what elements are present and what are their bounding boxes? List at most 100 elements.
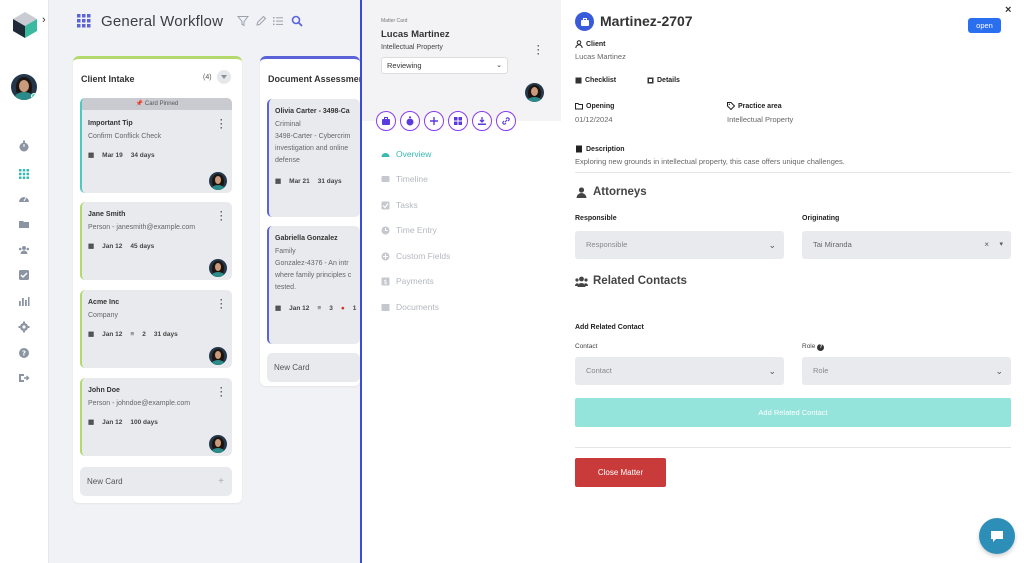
- card-menu-icon[interactable]: · · ·: [220, 116, 223, 133]
- card-description: Person - johndoe@example.com: [88, 400, 191, 407]
- tab-details[interactable]: Details: [647, 77, 680, 84]
- card-title: Olivia Carter - 3498-Ca: [275, 108, 350, 115]
- close-panel-icon[interactable]: ×: [1005, 4, 1011, 16]
- board-grid-icon[interactable]: [18, 168, 30, 180]
- column-document-assessment: Document Assessment Olivia Carter - 3498…: [260, 56, 367, 386]
- card-task-count: 2: [142, 331, 146, 338]
- matter-card-panel: Matter Card Lucas Martinez Intellectual …: [360, 0, 561, 563]
- new-card-button[interactable]: New Card: [267, 353, 360, 382]
- opening-value: 01/12/2024: [575, 115, 613, 124]
- user-avatar[interactable]: [11, 74, 37, 100]
- assignee-avatar[interactable]: [525, 83, 544, 102]
- card-date: Jan 12: [102, 331, 123, 338]
- card-days: 34 days: [130, 152, 155, 159]
- new-card-button[interactable]: New Card +: [80, 467, 232, 496]
- nav-overview[interactable]: Overview: [381, 147, 431, 161]
- nav-time-entry[interactable]: Time Entry: [381, 223, 437, 237]
- briefcase-action-button[interactable]: [376, 111, 396, 131]
- role-select[interactable]: Role ⌄: [802, 357, 1011, 385]
- calendar-icon: ▦: [88, 152, 95, 159]
- document-icon: [576, 145, 582, 153]
- search-icon[interactable]: [291, 15, 303, 27]
- status-badge[interactable]: open: [968, 18, 1001, 33]
- expand-rail-icon[interactable]: ›: [42, 14, 46, 26]
- alert-icon: ●: [340, 305, 345, 312]
- card-gabriella-gonzalez[interactable]: Gabriella Gonzalez Family Gonzalez-4376 …: [267, 226, 360, 344]
- edit-pencil-icon[interactable]: [255, 15, 267, 27]
- card-john-doe[interactable]: John Doe Person - johndoe@example.com · ·…: [80, 378, 232, 456]
- role-label: Role?: [802, 343, 825, 351]
- filter-icon[interactable]: [237, 15, 249, 27]
- assignee-avatar[interactable]: [209, 347, 227, 365]
- settings-gear-icon[interactable]: [18, 321, 30, 333]
- chevron-down-icon: ⌄: [768, 240, 776, 250]
- add-action-button[interactable]: [424, 111, 444, 131]
- list-view-icon[interactable]: [272, 15, 284, 27]
- column-count: (4): [203, 74, 212, 81]
- timer-icon[interactable]: [18, 140, 30, 152]
- nav-custom-fields[interactable]: Custom Fields: [381, 249, 450, 263]
- card-alert-count: 1: [352, 305, 357, 312]
- help-question-icon[interactable]: ?: [18, 347, 30, 359]
- card-meta: ▦ Jan 12 45 days: [88, 242, 162, 250]
- nav-documents[interactable]: Documents: [381, 300, 439, 314]
- add-related-contact-label: Add Related Contact: [575, 324, 644, 331]
- attorney-user-icon: [576, 186, 587, 198]
- assignee-avatar[interactable]: [209, 259, 227, 277]
- tab-checklist[interactable]: Checklist: [575, 77, 616, 84]
- clear-icon[interactable]: ×: [984, 231, 989, 259]
- card-menu-icon[interactable]: · · ·: [220, 208, 223, 225]
- add-related-contact-button[interactable]: Add Related Contact: [575, 398, 1011, 427]
- card-menu-icon[interactable]: · · ·: [220, 384, 223, 401]
- card-days: 31 days: [153, 331, 178, 338]
- collapse-column-icon[interactable]: [217, 70, 231, 84]
- opening-label: Opening: [575, 102, 614, 110]
- card-meta: ▦ Mar 21 31 days: [275, 177, 350, 185]
- matter-menu-icon[interactable]: · · ·: [537, 42, 541, 59]
- pinned-banner: 📌 Card Pinned: [82, 98, 232, 110]
- tasks-check-icon[interactable]: [18, 269, 30, 281]
- dashboard-gauge-icon[interactable]: [18, 193, 30, 205]
- related-contacts-title: Related Contacts: [575, 275, 687, 287]
- help-question-icon[interactable]: ?: [817, 344, 825, 351]
- link-action-button[interactable]: [496, 111, 516, 131]
- contacts-group-icon[interactable]: [18, 244, 30, 256]
- card-menu-icon[interactable]: · · ·: [220, 296, 223, 313]
- folder-icon[interactable]: [18, 218, 30, 230]
- card-important-tip[interactable]: 📌 Card Pinned Important Tip Confirm Conf…: [80, 98, 232, 193]
- reports-chart-icon[interactable]: [18, 295, 30, 307]
- contact-select[interactable]: Contact ⌄: [575, 357, 784, 385]
- close-matter-button[interactable]: Close Matter: [575, 458, 666, 487]
- caret-down-icon: ▾: [999, 241, 1003, 248]
- status-select[interactable]: Reviewing ⌄: [381, 57, 508, 74]
- logout-icon[interactable]: [18, 372, 30, 384]
- tasks-check-icon: [381, 201, 390, 210]
- chat-support-button[interactable]: [979, 518, 1015, 554]
- timer-action-button[interactable]: [400, 111, 420, 131]
- card-description-line: defense: [275, 157, 300, 164]
- grid-action-button[interactable]: [448, 111, 468, 131]
- timeline-chat-icon: [381, 175, 390, 184]
- assignee-avatar[interactable]: [209, 435, 227, 453]
- responsible-select[interactable]: Responsible ⌄: [575, 231, 784, 259]
- card-days: 100 days: [130, 419, 158, 426]
- download-action-button[interactable]: [472, 111, 492, 131]
- card-jane-smith[interactable]: Jane Smith Person - janesmith@example.co…: [80, 202, 232, 280]
- calendar-icon: ▦: [88, 243, 95, 250]
- description-label: Description: [575, 145, 625, 153]
- originating-select[interactable]: Tai Miranda × ▾: [802, 231, 1011, 259]
- app-logo-icon[interactable]: [11, 11, 39, 39]
- assignee-avatar[interactable]: [209, 172, 227, 190]
- card-acme-inc[interactable]: Acme Inc Company · · · ▦ Jan 12 ≡ 2 31 days: [80, 290, 232, 368]
- card-description-line: investigation and online: [275, 145, 349, 152]
- nav-tasks[interactable]: Tasks: [381, 198, 418, 212]
- matter-detail-panel: Martinez-2707 open × Client Lucas Martin…: [561, 0, 1024, 563]
- card-meta: ▦ Mar 19 34 days: [88, 151, 163, 159]
- card-olivia-carter[interactable]: Olivia Carter - 3498-Ca Criminal 3498-Ca…: [267, 99, 360, 217]
- nav-payments[interactable]: $ Payments: [381, 274, 434, 288]
- card-title: Jane Smith: [88, 211, 126, 218]
- card-meta: ▦ Jan 12 100 days: [88, 418, 166, 426]
- details-icon: [647, 77, 654, 84]
- workflow-grid-icon: [77, 14, 91, 28]
- nav-timeline[interactable]: Timeline: [381, 172, 428, 186]
